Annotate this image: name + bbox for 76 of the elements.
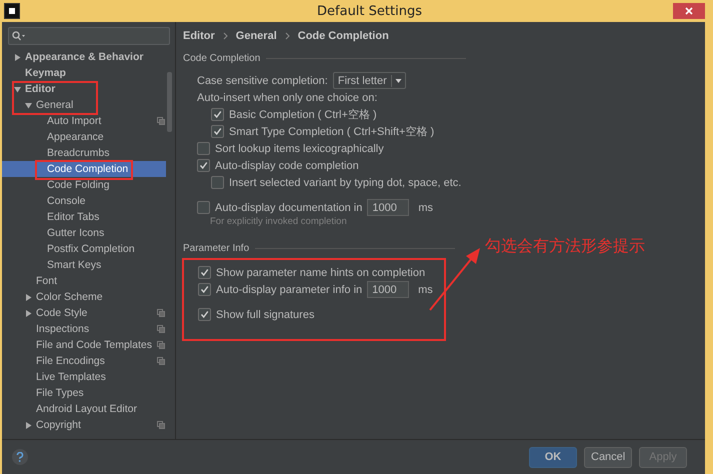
- checkbox[interactable]: [211, 108, 224, 121]
- tree-item[interactable]: Android Layout Editor: [2, 401, 166, 417]
- tree-item[interactable]: Appearance & Behavior: [2, 49, 166, 65]
- tree-item[interactable]: Code Style: [2, 305, 166, 321]
- checkbox[interactable]: [197, 142, 210, 155]
- tree-item[interactable]: Font: [2, 273, 166, 289]
- checkbox-label[interactable]: Show full signatures: [216, 308, 314, 320]
- tree-item[interactable]: Console: [2, 193, 166, 209]
- annotation-text: 勾选会有方法形参提示: [485, 236, 645, 257]
- checkbox-label[interactable]: Insert selected variant by typing dot, space, etc.: [229, 176, 462, 188]
- unit-label: ms: [418, 202, 434, 214]
- search-icon: [12, 31, 26, 41]
- dropdown[interactable]: First letter: [332, 72, 406, 89]
- checkbox-label[interactable]: Show parameter name hints on completion: [216, 266, 426, 278]
- section-title: Code Completion: [183, 53, 260, 64]
- checkbox[interactable]: [211, 125, 224, 138]
- hint-text: For explicitly invoked completion: [210, 216, 348, 227]
- number-field[interactable]: 1000: [367, 199, 410, 216]
- checkbox[interactable]: [198, 283, 211, 296]
- tree-item[interactable]: Appearance: [2, 129, 166, 145]
- app-icon: [4, 3, 20, 19]
- checkbox-label[interactable]: Auto-display code completion: [215, 160, 359, 172]
- expanded-arrow-icon[interactable]: [25, 102, 32, 108]
- tree-item[interactable]: Breadcrumbs: [2, 145, 166, 161]
- chevron-icon: [284, 32, 290, 40]
- tree-item[interactable]: Smart Keys: [2, 257, 166, 273]
- check-icon: [199, 161, 208, 170]
- chevron-icon: [222, 32, 228, 40]
- scrollbar-thumb[interactable]: [167, 72, 172, 132]
- section-title: Parameter Info: [183, 243, 250, 254]
- checkbox-label[interactable]: Auto-display documentation in: [215, 202, 362, 214]
- unit-label: ms: [418, 284, 433, 296]
- checkbox[interactable]: [211, 176, 224, 189]
- close-button[interactable]: [673, 3, 705, 19]
- checkbox[interactable]: [197, 201, 210, 214]
- checkbox[interactable]: [198, 266, 211, 279]
- check-icon: [200, 310, 209, 319]
- close-icon: [685, 7, 693, 15]
- tree-item[interactable]: Code Completion: [2, 161, 166, 177]
- tree-item[interactable]: General: [2, 97, 166, 113]
- breadcrumb-item[interactable]: Editor: [183, 30, 215, 42]
- dialog-button[interactable]: Cancel: [584, 446, 632, 468]
- tree-item[interactable]: Postfix Completion: [2, 241, 166, 257]
- tree-item[interactable]: File Types: [2, 385, 166, 401]
- checkbox-label[interactable]: Auto-display parameter info in: [216, 284, 362, 296]
- checkbox[interactable]: [197, 159, 210, 172]
- tree-item[interactable]: Inspections: [2, 321, 166, 337]
- tree-item[interactable]: File and Code Templates: [2, 337, 166, 353]
- collapsed-arrow-icon[interactable]: [25, 310, 32, 316]
- tree-item[interactable]: Code Folding: [2, 177, 166, 193]
- tree-item[interactable]: Editor: [2, 81, 166, 97]
- dialog-button[interactable]: OK: [529, 446, 577, 468]
- collapsed-arrow-icon[interactable]: [14, 54, 21, 60]
- collapsed-arrow-icon[interactable]: [25, 294, 32, 300]
- group-label: Auto-insert when only one choice on:: [197, 92, 378, 104]
- field-label: Case sensitive completion:: [197, 74, 328, 86]
- breadcrumb-item[interactable]: Code Completion: [298, 30, 389, 42]
- tree-item[interactable]: Live Templates: [2, 369, 166, 385]
- tree-item[interactable]: File Encodings: [2, 353, 166, 369]
- checkbox-label[interactable]: Smart Type Completion ( Ctrl+Shift+空格 ): [229, 124, 434, 139]
- tree-item[interactable]: Keymap: [2, 65, 166, 81]
- checkbox-label[interactable]: Basic Completion ( Ctrl+空格 ): [229, 107, 377, 122]
- number-field[interactable]: 1000: [367, 281, 410, 298]
- window-title: Default Settings: [316, 4, 423, 18]
- help-icon[interactable]: [12, 449, 28, 465]
- tree-item[interactable]: Color Scheme: [2, 289, 166, 305]
- tree-item[interactable]: Auto Import: [2, 113, 166, 129]
- breadcrumb-item[interactable]: General: [236, 30, 277, 42]
- tree-item[interactable]: Copyright: [2, 417, 166, 433]
- expanded-arrow-icon[interactable]: [14, 86, 21, 92]
- search-field[interactable]: [8, 27, 170, 45]
- tree-item[interactable]: Gutter Icons: [2, 225, 166, 241]
- tree-item[interactable]: Editor Tabs: [2, 209, 166, 225]
- checkbox[interactable]: [198, 308, 211, 321]
- checkbox-label[interactable]: Sort lookup items lexicographically: [215, 142, 384, 154]
- collapsed-arrow-icon[interactable]: [25, 422, 32, 428]
